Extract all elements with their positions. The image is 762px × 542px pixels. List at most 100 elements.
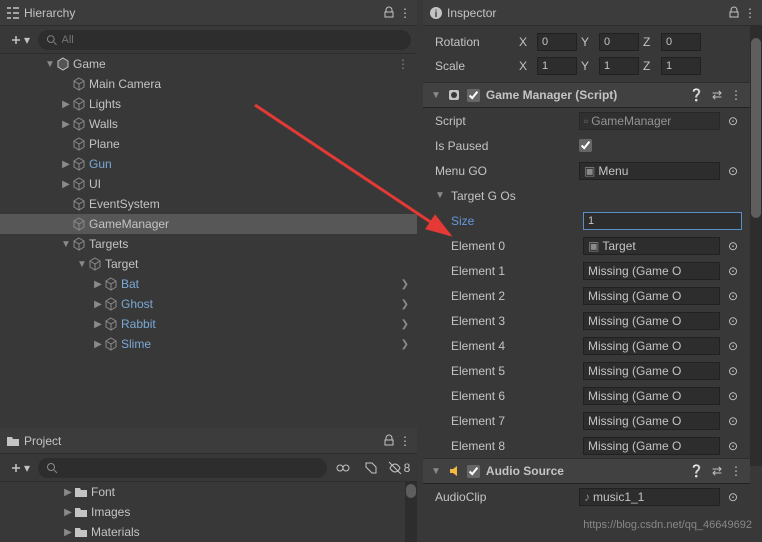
hierarchy-search[interactable] bbox=[38, 30, 411, 50]
component-enabled-checkbox[interactable] bbox=[467, 89, 480, 102]
expand-arrow-icon[interactable]: ▼ bbox=[76, 258, 88, 270]
object-picker-button[interactable]: ⊙ bbox=[724, 490, 742, 504]
hierarchy-item[interactable]: ▼Targets bbox=[0, 234, 417, 254]
hierarchy-item[interactable]: ▶Walls bbox=[0, 114, 417, 134]
expand-arrow-icon[interactable] bbox=[60, 218, 72, 230]
project-search[interactable] bbox=[38, 458, 327, 478]
foldout-arrow-icon[interactable]: ▼ bbox=[435, 190, 447, 201]
help-icon[interactable]: ❔ bbox=[689, 88, 704, 102]
is-paused-checkbox[interactable] bbox=[579, 139, 592, 152]
menu-icon[interactable]: ⋮ bbox=[744, 6, 756, 20]
expand-arrow-icon[interactable]: ▶ bbox=[92, 278, 104, 290]
hierarchy-item[interactable]: ▶Lights bbox=[0, 94, 417, 114]
object-picker-button[interactable]: ⊙ bbox=[724, 289, 742, 303]
hierarchy-item[interactable]: ▼Target bbox=[0, 254, 417, 274]
scale-z-input[interactable] bbox=[661, 57, 701, 75]
hierarchy-item[interactable]: ▶Ghost❯ bbox=[0, 294, 417, 314]
preset-icon[interactable]: ⇄ bbox=[712, 464, 722, 478]
chevron-right-icon[interactable]: ❯ bbox=[401, 299, 413, 310]
element-field[interactable]: Missing (Game O bbox=[583, 337, 720, 355]
object-picker-button[interactable]: ⊙ bbox=[724, 439, 742, 453]
expand-arrow-icon[interactable] bbox=[60, 138, 72, 150]
expand-arrow-icon[interactable]: ▶ bbox=[60, 98, 72, 110]
chevron-right-icon[interactable]: ❯ bbox=[401, 279, 413, 290]
expand-arrow-icon[interactable]: ▶ bbox=[62, 486, 74, 498]
lock-icon[interactable] bbox=[383, 6, 395, 20]
rotation-x-input[interactable] bbox=[537, 33, 577, 51]
expand-arrow-icon[interactable]: ▶ bbox=[60, 118, 72, 130]
element-field[interactable]: Missing (Game O bbox=[583, 412, 720, 430]
hierarchy-item[interactable]: Plane bbox=[0, 134, 417, 154]
audio-clip-field[interactable]: ♪ music1_1 bbox=[579, 488, 720, 506]
element-field[interactable]: Missing (Game O bbox=[583, 287, 720, 305]
hierarchy-item[interactable]: ▶Rabbit❯ bbox=[0, 314, 417, 334]
hierarchy-item[interactable]: ▶Bat❯ bbox=[0, 274, 417, 294]
help-icon[interactable]: ❔ bbox=[689, 464, 704, 478]
object-picker-button[interactable]: ⊙ bbox=[724, 364, 742, 378]
project-item[interactable]: ▶Images bbox=[0, 502, 417, 522]
object-picker-button[interactable]: ⊙ bbox=[724, 239, 742, 253]
menu-go-field[interactable]: ▣ Menu bbox=[579, 162, 720, 180]
object-picker-button[interactable]: ⊙ bbox=[724, 114, 742, 128]
expand-arrow-icon[interactable]: ▶ bbox=[92, 338, 104, 350]
menu-icon[interactable]: ⋮ bbox=[730, 464, 742, 478]
object-picker-button[interactable]: ⊙ bbox=[724, 314, 742, 328]
object-picker-button[interactable]: ⊙ bbox=[724, 264, 742, 278]
project-item[interactable]: ▶Materials bbox=[0, 522, 417, 542]
hierarchy-item[interactable]: GameManager bbox=[0, 214, 417, 234]
element-field[interactable]: ▣Target bbox=[583, 237, 720, 255]
preset-icon[interactable]: ⇄ bbox=[712, 88, 722, 102]
expand-arrow-icon[interactable]: ▶ bbox=[92, 298, 104, 310]
chevron-right-icon[interactable]: ❯ bbox=[401, 339, 413, 350]
inspector-scrollbar[interactable] bbox=[750, 26, 762, 466]
expand-arrow-icon[interactable]: ▶ bbox=[60, 158, 72, 170]
expand-arrow-icon[interactable]: ▶ bbox=[62, 506, 74, 518]
hierarchy-search-input[interactable] bbox=[62, 34, 403, 46]
foldout-arrow-icon[interactable]: ▼ bbox=[431, 90, 441, 101]
foldout-arrow-icon[interactable]: ▼ bbox=[431, 466, 441, 477]
scale-y-input[interactable] bbox=[599, 57, 639, 75]
expand-arrow-icon[interactable]: ▼ bbox=[44, 58, 56, 70]
filter-by-type-button[interactable] bbox=[331, 457, 355, 479]
expand-arrow-icon[interactable] bbox=[60, 78, 72, 90]
expand-arrow-icon[interactable] bbox=[60, 198, 72, 210]
object-picker-button[interactable]: ⊙ bbox=[724, 414, 742, 428]
scale-x-input[interactable] bbox=[537, 57, 577, 75]
object-picker-button[interactable]: ⊙ bbox=[724, 339, 742, 353]
scrollbar-thumb[interactable] bbox=[751, 38, 761, 218]
object-picker-button[interactable]: ⊙ bbox=[724, 389, 742, 403]
expand-arrow-icon[interactable]: ▶ bbox=[60, 178, 72, 190]
hierarchy-item[interactable]: ▶Slime❯ bbox=[0, 334, 417, 354]
hierarchy-item[interactable]: ▶Gun bbox=[0, 154, 417, 174]
hierarchy-item[interactable]: ▼Game⋮ bbox=[0, 54, 417, 74]
hierarchy-item[interactable]: EventSystem bbox=[0, 194, 417, 214]
create-button[interactable]: ▾ bbox=[6, 31, 34, 49]
menu-icon[interactable]: ⋮ bbox=[399, 434, 411, 448]
filter-by-label-button[interactable] bbox=[359, 457, 383, 479]
element-field[interactable]: Missing (Game O bbox=[583, 262, 720, 280]
rotation-z-input[interactable] bbox=[661, 33, 701, 51]
rotation-y-input[interactable] bbox=[599, 33, 639, 51]
hierarchy-item[interactable]: ▶UI bbox=[0, 174, 417, 194]
menu-icon[interactable]: ⋮ bbox=[730, 88, 742, 102]
expand-arrow-icon[interactable]: ▼ bbox=[60, 238, 72, 250]
project-create-button[interactable]: ▾ bbox=[6, 459, 34, 477]
element-field[interactable]: Missing (Game O bbox=[583, 362, 720, 380]
element-field[interactable]: Missing (Game O bbox=[583, 312, 720, 330]
menu-icon[interactable]: ⋮ bbox=[399, 6, 411, 20]
hierarchy-item[interactable]: Main Camera bbox=[0, 74, 417, 94]
expand-arrow-icon[interactable]: ▶ bbox=[62, 526, 74, 538]
size-input[interactable] bbox=[583, 212, 742, 230]
hidden-count-button[interactable]: 8 bbox=[387, 457, 411, 479]
game-manager-component-header[interactable]: ▼ Game Manager (Script) ❔ ⇄ ⋮ bbox=[423, 82, 750, 108]
element-field[interactable]: Missing (Game O bbox=[583, 437, 720, 455]
component-enabled-checkbox[interactable] bbox=[467, 465, 480, 478]
audio-source-component-header[interactable]: ▼ Audio Source ❔ ⇄ ⋮ bbox=[423, 458, 750, 484]
project-scrollbar[interactable] bbox=[405, 482, 417, 542]
overflow-icon[interactable]: ⋮ bbox=[397, 57, 413, 71]
lock-icon[interactable] bbox=[383, 434, 395, 448]
element-field[interactable]: Missing (Game O bbox=[583, 387, 720, 405]
lock-icon[interactable] bbox=[728, 6, 740, 20]
expand-arrow-icon[interactable]: ▶ bbox=[92, 318, 104, 330]
chevron-right-icon[interactable]: ❯ bbox=[401, 319, 413, 330]
